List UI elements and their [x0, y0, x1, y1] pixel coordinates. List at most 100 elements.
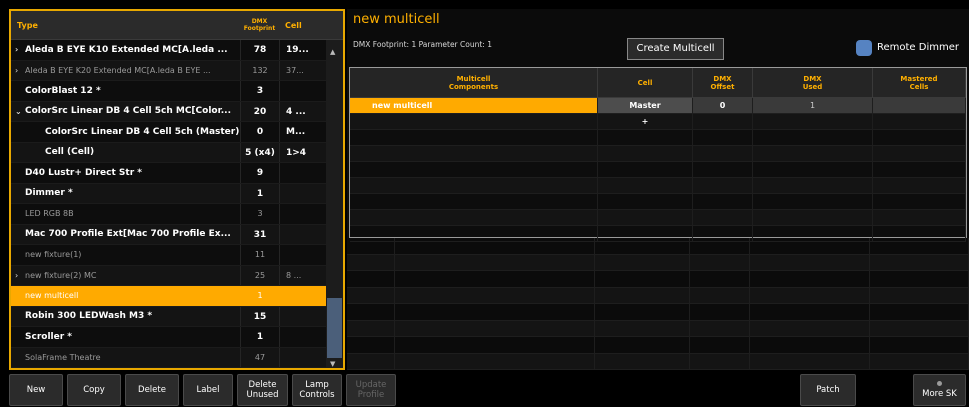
- fixture-row[interactable]: ⌄ ColorSrc Linear DB 4 Cell 5ch MC[Color.…: [11, 101, 326, 122]
- empty-row: [350, 226, 966, 242]
- cell-type-cell[interactable]: Master: [598, 98, 693, 113]
- cell-value: 4 ...: [279, 101, 326, 121]
- empty-row: [350, 178, 966, 194]
- fixture-list-scrollbar[interactable]: ▲ ▼: [326, 40, 343, 368]
- fixture-row[interactable]: SolaFrame Theatre 47: [11, 347, 326, 368]
- add-component-icon[interactable]: +: [598, 114, 693, 129]
- fixture-row[interactable]: ColorSrc Linear DB 4 Cell 5ch (Master) 0 M…: [11, 122, 326, 143]
- update-profile-button[interactable]: Update Profile: [346, 374, 396, 406]
- header-dmx-footprint[interactable]: DMX Footprint: [240, 18, 279, 32]
- fixture-type-label: new multicell: [25, 291, 79, 301]
- fixture-row[interactable]: Scroller * 1: [11, 327, 326, 348]
- fixture-row[interactable]: Mac 700 Profile Ext[Mac 700 Profile Ex..…: [11, 224, 326, 245]
- chevron-right-icon[interactable]: ›: [15, 45, 25, 54]
- fixture-type-label: Robin 300 LEDWash M3 *: [25, 311, 153, 322]
- cell-value: [279, 347, 326, 367]
- dmx-footprint-value: 78: [240, 40, 279, 60]
- dmx-footprint-value: 3: [240, 204, 279, 224]
- fixture-type-label: ColorSrc Linear DB 4 Cell 5ch (Master): [45, 126, 240, 137]
- fixture-type-label: Dimmer *: [25, 188, 73, 199]
- fixture-type-label: new fixture(2) MC: [25, 270, 97, 280]
- create-multicell-button[interactable]: Create Multicell: [627, 38, 724, 60]
- fixture-list: › Aleda B EYE K10 Extended MC[A.leda ... 7…: [11, 40, 326, 370]
- fixture-row[interactable]: Cell (Cell) 5 (x4) 1>4: [11, 142, 326, 163]
- dmx-footprint-value: 5 (x4): [240, 142, 279, 162]
- multicell-table-body: new multicell Master 0 1 +: [350, 98, 966, 242]
- dmx-footprint-value: 15: [240, 306, 279, 326]
- fixture-type-label: ColorBlast 12 *: [25, 85, 101, 96]
- header-dmx-used: DMX Used: [753, 68, 873, 97]
- chevron-down-icon[interactable]: ⌄: [15, 107, 25, 116]
- dmx-footprint-value: 1: [240, 286, 279, 306]
- fixture-list-header: Type DMX Footprint Cell: [11, 11, 343, 40]
- dmx-used-cell: 1: [753, 98, 873, 113]
- delete-button[interactable]: Delete: [125, 374, 179, 406]
- header-cell[interactable]: Cell: [279, 21, 326, 30]
- fixture-type-label: Scroller *: [25, 331, 72, 342]
- fixture-row[interactable]: › Aleda B EYE K10 Extended MC[A.leda ... 7…: [11, 40, 326, 61]
- cell-value: [279, 224, 326, 244]
- fixture-row[interactable]: VL2000 Wash Enhanced 16B *15: [11, 368, 326, 370]
- remote-dimmer-label: Remote Dimmer: [877, 42, 959, 53]
- component-name-cell[interactable]: new multicell: [350, 98, 598, 113]
- grid-row: [347, 304, 969, 321]
- dmx-footprint-value: 1: [240, 183, 279, 203]
- fixture-row[interactable]: D40 Lustr+ Direct Str * 9: [11, 163, 326, 184]
- dmx-footprint-value: 1: [240, 327, 279, 347]
- multicell-table-header: Multicell Components Cell DMX Offset DMX…: [350, 68, 966, 98]
- multicell-table: Multicell Components Cell DMX Offset DMX…: [349, 67, 967, 242]
- cell-value: 1>4: [279, 142, 326, 162]
- fixture-row[interactable]: › new fixture(2) MC 25 8 ...: [11, 265, 326, 286]
- footprint-info: DMX Footprint: 1 Parameter Count: 1: [353, 40, 492, 49]
- header-multicell-components: Multicell Components: [350, 68, 598, 97]
- cell-value: [279, 204, 326, 224]
- cell-value: M...: [279, 122, 326, 142]
- fixture-type-label: SolaFrame Theatre: [25, 352, 101, 362]
- scroll-up-icon[interactable]: ▲: [330, 48, 335, 56]
- cell-value: [279, 81, 326, 101]
- new-button[interactable]: New: [9, 374, 63, 406]
- fixture-type-label: ColorSrc Linear DB 4 Cell 5ch MC[Color..…: [25, 106, 232, 117]
- add-row: +: [350, 114, 966, 130]
- patch-button[interactable]: Patch: [800, 374, 856, 406]
- fixture-type-label: Aleda B EYE K10 Extended MC[A.leda ...: [25, 44, 228, 55]
- copy-button[interactable]: Copy: [67, 374, 121, 406]
- scroll-down-icon[interactable]: ▼: [330, 360, 335, 368]
- cell-value: [279, 327, 326, 347]
- label-button[interactable]: Label: [183, 374, 233, 406]
- dmx-footprint-value: 47: [240, 347, 279, 367]
- dmx-footprint-value: 25: [240, 265, 279, 285]
- fixture-type-label: D40 Lustr+ Direct Str *: [25, 167, 142, 178]
- fixture-row[interactable]: › Aleda B EYE K20 Extended MC[A.leda B EY…: [11, 60, 326, 81]
- fixture-row[interactable]: new fixture(1) 11: [11, 245, 326, 266]
- fixture-row[interactable]: new multicell 1: [11, 286, 326, 307]
- header-type[interactable]: Type: [11, 21, 240, 30]
- fixture-row[interactable]: ColorBlast 12 * 3: [11, 81, 326, 102]
- chevron-right-icon[interactable]: ›: [15, 66, 25, 75]
- delete-unused-button[interactable]: Delete Unused: [237, 374, 288, 406]
- chevron-right-icon[interactable]: ›: [15, 271, 25, 280]
- dmx-footprint-value: 3: [240, 81, 279, 101]
- grid-row: [347, 320, 969, 337]
- dmx-footprint-value: 20: [240, 101, 279, 121]
- header-mastered-cells: Mastered Cells: [873, 68, 966, 97]
- fixture-row[interactable]: Robin 300 LEDWash M3 * 15: [11, 306, 326, 327]
- dmx-footprint-value: 15: [240, 368, 279, 370]
- more-sk-label: More SK: [922, 389, 957, 399]
- grid-row: [347, 287, 969, 304]
- grid-row: [347, 353, 969, 370]
- mastered-cells-cell[interactable]: [873, 98, 966, 113]
- fixture-type-label: Cell (Cell): [45, 147, 95, 158]
- cell-value: [279, 306, 326, 326]
- cell-value: 37...: [279, 60, 326, 80]
- fixture-type-panel: Type DMX Footprint Cell › Aleda B EYE K10…: [9, 9, 345, 370]
- dmx-offset-cell[interactable]: 0: [693, 98, 753, 113]
- scroll-thumb[interactable]: [327, 298, 342, 358]
- table-row[interactable]: new multicell Master 0 1: [350, 98, 966, 114]
- fixture-row[interactable]: LED RGB 8B 3: [11, 204, 326, 225]
- lamp-controls-button[interactable]: Lamp Controls: [292, 374, 342, 406]
- dmx-footprint-value: 11: [240, 245, 279, 265]
- more-softkeys-button[interactable]: More SK: [913, 374, 966, 406]
- fixture-row[interactable]: Dimmer * 1: [11, 183, 326, 204]
- remote-dimmer-toggle[interactable]: [856, 40, 872, 56]
